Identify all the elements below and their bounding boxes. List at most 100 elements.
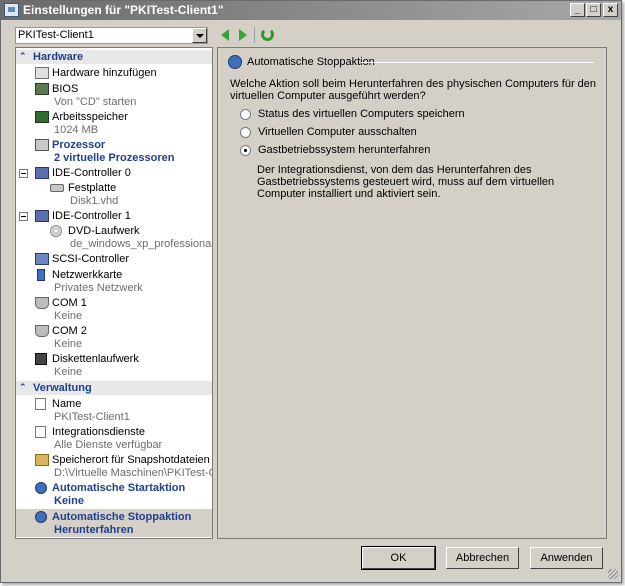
- settings-window: Einstellungen für "PKITest-Client1" _ □ …: [0, 0, 622, 583]
- tree-item-label: Speicherort für Snapshotdateien: [52, 454, 210, 466]
- tree-item-processor[interactable]: Prozessor 2 virtuelle Prozessoren: [16, 138, 212, 164]
- radio-shutdown-guest[interactable]: [240, 145, 251, 156]
- radio-shutdown-guest-label[interactable]: Gastbetriebssystem herunterfahren: [258, 144, 430, 156]
- collapse-toggle-icon[interactable]: [19, 169, 28, 178]
- tree-item-ide-controller-0[interactable]: IDE-Controller 0: [16, 166, 212, 180]
- maximize-button[interactable]: □: [586, 3, 601, 17]
- auto-stop-icon: [228, 55, 242, 69]
- toolbar-divider: [254, 27, 255, 43]
- dvd-drive-icon: [50, 225, 62, 237]
- tree-item-sublabel: Von "CD" starten: [54, 96, 137, 108]
- tree-item-auto-stop[interactable]: Automatische Stoppaktion Herunterfahren: [16, 509, 212, 537]
- tree-item-memory[interactable]: Arbeitsspeicher 1024 MB: [16, 110, 212, 136]
- tree-item-label: BIOS: [52, 83, 79, 95]
- tree-item-label: IDE-Controller 1: [52, 210, 131, 222]
- tree-item-com1[interactable]: COM 1 Keine: [16, 296, 212, 322]
- tree-item-hardware-add[interactable]: Hardware hinzufügen: [16, 66, 212, 80]
- tree-item-sublabel: PKITest-Client1: [54, 411, 130, 423]
- tree-item-floppy-drive[interactable]: Diskettenlaufwerk Keine: [16, 352, 212, 378]
- forward-arrow-icon[interactable]: [239, 29, 247, 41]
- tree-item-label: SCSI-Controller: [52, 253, 130, 265]
- tree-item-label: Netzwerkkarte: [52, 269, 123, 281]
- memory-icon: [35, 111, 49, 123]
- ide-controller-icon: [35, 167, 49, 179]
- tree-item-scsi-controller[interactable]: SCSI-Controller: [16, 252, 212, 266]
- hardware-add-icon: [35, 67, 49, 79]
- tree-item-integration-services[interactable]: Integrationsdienste Alle Dienste verfügb…: [16, 425, 212, 451]
- detail-title: Automatische Stoppaktion: [247, 56, 375, 68]
- tree-item-ide-controller-1[interactable]: IDE-Controller 1: [16, 209, 212, 223]
- tree-item-dvd-drive[interactable]: DVD-Laufwerk de_windows_xp_professional_…: [16, 224, 212, 250]
- radio-save-state-label[interactable]: Status des virtuellen Computers speicher…: [258, 108, 465, 120]
- tree-item-label: COM 2: [52, 325, 87, 337]
- tree-item-sublabel: Privates Netzwerk: [54, 282, 143, 294]
- tree-item-label: IDE-Controller 0: [52, 167, 131, 179]
- floppy-drive-icon: [35, 353, 47, 365]
- back-arrow-icon[interactable]: [221, 29, 229, 41]
- title-bar[interactable]: Einstellungen für "PKITest-Client1" _ □ …: [1, 1, 621, 20]
- title-divider: [361, 62, 594, 63]
- radio-save-state[interactable]: [240, 109, 251, 120]
- ide-controller-icon: [35, 210, 49, 222]
- network-adapter-icon: [37, 269, 45, 281]
- collapse-icon[interactable]: ⌃: [19, 51, 27, 62]
- window-title: Einstellungen für "PKITest-Client1": [23, 3, 224, 17]
- scsi-controller-icon: [35, 253, 49, 265]
- tree-item-network-adapter[interactable]: Netzwerkkarte Privates Netzwerk: [16, 268, 212, 294]
- tree-item-name[interactable]: Name PKITest-Client1: [16, 397, 212, 423]
- ok-button[interactable]: OK: [361, 546, 436, 570]
- integration-services-icon: [35, 426, 46, 438]
- settings-tree: ⌃ Hardware Hardware hinzufügen BIOS Von …: [15, 47, 213, 539]
- tree-item-sublabel: 1024 MB: [54, 124, 99, 136]
- collapse-toggle-icon[interactable]: [19, 212, 28, 221]
- tree-item-label: COM 1: [52, 297, 87, 309]
- apply-button[interactable]: Anwenden: [530, 547, 603, 569]
- com-port-icon: [35, 325, 49, 337]
- tree-item-label: Prozessor: [52, 139, 106, 151]
- close-button[interactable]: x: [603, 3, 618, 17]
- tree-item-sublabel: Keine: [54, 310, 83, 322]
- tree-item-auto-start[interactable]: Automatische Startaktion Keine: [16, 481, 212, 507]
- section-hardware[interactable]: ⌃ Hardware: [16, 50, 212, 64]
- auto-start-icon: [35, 482, 47, 494]
- cancel-button[interactable]: Abbrechen: [446, 547, 519, 569]
- auto-stop-icon: [35, 511, 47, 523]
- tree-item-label: Automatische Stoppaktion: [52, 511, 192, 523]
- section-management[interactable]: ⌃ Verwaltung: [16, 381, 212, 395]
- tree-item-snapshot-location[interactable]: Speicherort für Snapshotdateien D:\Virtu…: [16, 453, 212, 479]
- tree-item-bios[interactable]: BIOS Von "CD" starten: [16, 82, 212, 108]
- name-icon: [35, 398, 46, 410]
- tree-item-sublabel: Disk1.vhd: [70, 195, 119, 207]
- tree-item-hard-disk[interactable]: Festplatte Disk1.vhd: [16, 181, 212, 207]
- tree-item-label: DVD-Laufwerk: [68, 225, 140, 237]
- vm-select-value: PKITest-Client1: [18, 29, 94, 41]
- tree-item-sublabel: Keine: [54, 495, 84, 507]
- com-port-icon: [35, 297, 49, 309]
- hard-disk-icon: [50, 184, 64, 192]
- tree-item-sublabel: Alle Dienste verfügbar: [54, 439, 163, 451]
- app-icon: [4, 3, 19, 17]
- tree-item-sublabel: D:\Virtuelle Maschinen\PKITest-Cli...: [54, 467, 213, 479]
- radio-turn-off[interactable]: [240, 127, 251, 138]
- minimize-button[interactable]: _: [570, 3, 585, 17]
- tree-item-label: Name: [52, 398, 82, 410]
- detail-description: Der Integrationsdienst, von dem das Heru…: [257, 164, 555, 200]
- detail-question: Welche Aktion soll beim Herunterfahren d…: [230, 78, 597, 102]
- tree-item-label: Integrationsdienste: [52, 426, 145, 438]
- detail-panel: Automatische Stoppaktion Welche Aktion s…: [217, 47, 607, 539]
- collapse-icon[interactable]: ⌃: [19, 382, 27, 393]
- refresh-icon[interactable]: [261, 28, 274, 41]
- vm-select[interactable]: PKITest-Client1: [15, 27, 208, 44]
- tree-item-label: Festplatte: [68, 182, 117, 194]
- snapshot-folder-icon: [35, 454, 49, 466]
- section-hardware-label: Hardware: [33, 51, 84, 63]
- tree-item-com2[interactable]: COM 2 Keine: [16, 324, 212, 350]
- tree-item-sublabel: Herunterfahren: [54, 524, 134, 536]
- tree-item-label: Arbeitsspeicher: [52, 111, 128, 123]
- resize-grip-icon[interactable]: [608, 569, 618, 579]
- bios-icon: [35, 83, 49, 95]
- radio-turn-off-label[interactable]: Virtuellen Computer ausschalten: [258, 126, 417, 138]
- tree-item-sublabel: Keine: [54, 338, 83, 350]
- processor-icon: [35, 139, 49, 151]
- chevron-down-icon[interactable]: [192, 28, 207, 43]
